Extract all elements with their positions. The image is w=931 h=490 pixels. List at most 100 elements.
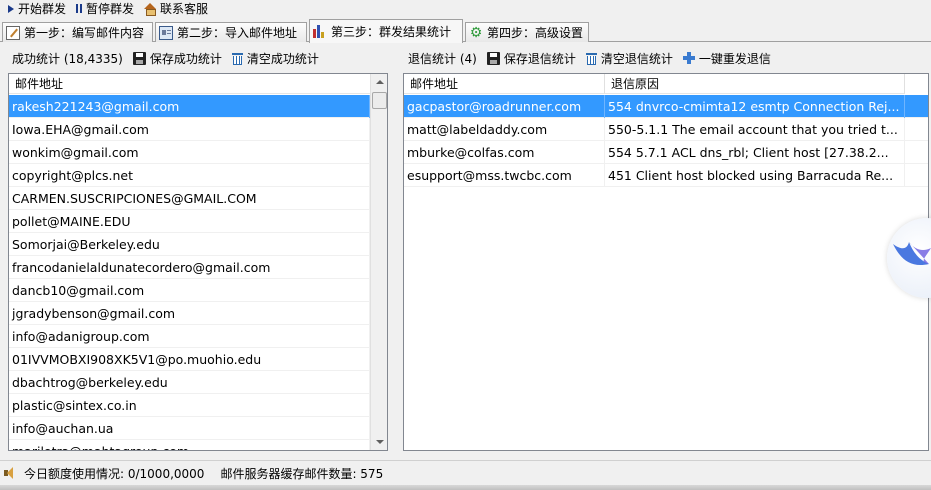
table-row[interactable]: jgradybenson@gmail.com: [9, 301, 370, 325]
success-list-scrollbar[interactable]: [370, 74, 387, 450]
table-row[interactable]: Iowa.EHA@gmail.com: [9, 117, 370, 141]
main-toolbar: 开始群发 暂停群发 联系客服: [0, 0, 931, 17]
bounce-list[interactable]: 邮件地址 退信原因 gacpastor@roadrunner.com 554 d…: [403, 73, 929, 451]
email-cell: matt@labeldaddy.com: [404, 117, 605, 141]
table-row[interactable]: rakesh221243@gmail.com: [9, 94, 370, 118]
edit-icon: [6, 25, 20, 40]
email-cell: jgradybenson@gmail.com: [9, 301, 370, 325]
trash-icon: [585, 52, 597, 65]
save-icon: [132, 51, 146, 65]
window-bottom-edge: [0, 485, 931, 490]
email-cell: esupport@mss.twcbc.com: [404, 163, 605, 187]
column-header-reason[interactable]: 退信原因: [605, 74, 905, 94]
home-icon: [144, 2, 157, 16]
tab-label: 第一步：编写邮件内容: [24, 26, 145, 40]
email-cell: rakesh221243@gmail.com: [9, 94, 370, 118]
clear-bounce-button[interactable]: 清空退信统计: [585, 50, 673, 67]
email-cell: info@auchan.ua: [9, 416, 370, 440]
table-row[interactable]: dbachtrog@berkeley.edu: [9, 370, 370, 394]
step-tabs: 第一步：编写邮件内容 第二步：导入邮件地址 第三步：群发结果统计 ⚙ 第四步：高…: [0, 19, 931, 43]
scroll-down-arrow-icon[interactable]: [376, 440, 384, 444]
table-row[interactable]: matt@labeldaddy.com 550-5.1.1 The email …: [404, 117, 928, 141]
email-cell: gacpastor@roadrunner.com: [404, 94, 605, 118]
table-row[interactable]: esupport@mss.twcbc.com 451 Client host b…: [404, 163, 928, 187]
table-row[interactable]: gacpastor@roadrunner.com 554 dnvrco-cmim…: [404, 94, 928, 118]
save-bounce-button[interactable]: 保存退信统计: [486, 50, 576, 67]
play-icon: [8, 4, 14, 13]
table-row[interactable]: info@auchan.ua: [9, 416, 370, 440]
gear-icon: ⚙: [469, 24, 483, 41]
tab-step4-advanced[interactable]: ⚙ 第四步：高级设置: [465, 22, 589, 42]
table-row[interactable]: marilotra@mahtagroup.com: [9, 439, 370, 450]
tab-step3-results[interactable]: 第三步：群发结果统计: [309, 19, 463, 43]
speaker-icon: [4, 467, 18, 479]
trash-icon: [231, 52, 243, 65]
resend-bounce-button[interactable]: 一键重发退信: [682, 50, 771, 67]
success-email-list[interactable]: 邮件地址 rakesh221243@gmail.com Iowa.EHA@gma…: [8, 73, 388, 451]
resend-bounce-label: 一键重发退信: [698, 51, 771, 66]
contact-support-button[interactable]: 联系客服: [140, 0, 214, 17]
email-cell: dbachtrog@berkeley.edu: [9, 370, 370, 394]
table-row[interactable]: 01IVVMOBXI908XK5V1@po.muohio.edu: [9, 347, 370, 371]
start-send-label: 开始群发: [18, 2, 67, 16]
email-cell: copyright@plcs.net: [9, 163, 370, 187]
status-bar: 今日额度使用情况: 0/1000,0000 邮件服务器缓存邮件数量: 575: [0, 460, 931, 485]
scroll-up-arrow-icon[interactable]: [376, 80, 384, 84]
tab-step1-compose[interactable]: 第一步：编写邮件内容: [2, 22, 153, 42]
quota-status: 今日额度使用情况: 0/1000,0000: [24, 466, 205, 481]
bar-chart-icon: [313, 24, 327, 39]
email-cell: info@adanigroup.com: [9, 324, 370, 348]
save-success-button[interactable]: 保存成功统计: [132, 50, 222, 67]
pause-icon: [76, 4, 83, 13]
table-row[interactable]: mburke@colfas.com 554 5.7.1 ACL dns_rbl;…: [404, 140, 928, 164]
pause-send-button[interactable]: 暂停群发: [72, 0, 140, 17]
panel-splitter[interactable]: [392, 72, 400, 451]
success-panel-header: 成功统计 (18,4335) 保存成功统计 清空成功统计: [12, 46, 329, 70]
clear-success-button[interactable]: 清空成功统计: [231, 50, 319, 67]
clear-success-label: 清空成功统计: [246, 51, 319, 66]
table-row[interactable]: info@adanigroup.com: [9, 324, 370, 348]
reason-cell: 451 Client host blocked using Barracuda …: [605, 163, 905, 187]
save-bounce-label: 保存退信统计: [503, 51, 576, 66]
table-row[interactable]: dancb10@gmail.com: [9, 278, 370, 302]
tab-step2-import[interactable]: 第二步：导入邮件地址: [155, 22, 307, 42]
email-cell: Somorjai@Berkeley.edu: [9, 232, 370, 256]
bounce-rows: gacpastor@roadrunner.com 554 dnvrco-cmim…: [404, 94, 928, 187]
pause-send-label: 暂停群发: [86, 2, 135, 16]
column-header-email[interactable]: 邮件地址: [404, 74, 605, 94]
bird-icon: [893, 242, 931, 266]
email-cell: plastic@sintex.co.in: [9, 393, 370, 417]
tab-label: 第三步：群发结果统计: [331, 25, 452, 39]
email-cell: CARMEN.SUSCRIPCIONES@GMAIL.COM: [9, 186, 370, 210]
tab-label: 第四步：高级设置: [487, 26, 584, 40]
email-cell: Iowa.EHA@gmail.com: [9, 117, 370, 141]
column-header-email[interactable]: 邮件地址: [9, 74, 371, 94]
bounce-panel-header: 退信统计 (4) 保存退信统计 清空退信统计 一键重发退信: [408, 46, 781, 70]
email-cell: marilotra@mahtagroup.com: [9, 439, 370, 450]
email-cell: francodanielaldunatecordero@gmail.com: [9, 255, 370, 279]
success-summary: 成功统计 (18,4335): [12, 51, 123, 66]
reason-cell: 554 dnvrco-cmimta12 esmtp Connection Rej…: [605, 94, 905, 118]
reason-cell: 554 5.7.1 ACL dns_rbl; Client host [27.3…: [605, 140, 905, 164]
start-send-button[interactable]: 开始群发: [0, 0, 72, 17]
table-row[interactable]: pollet@MAINE.EDU: [9, 209, 370, 233]
table-row[interactable]: francodanielaldunatecordero@gmail.com: [9, 255, 370, 279]
table-row[interactable]: CARMEN.SUSCRIPCIONES@GMAIL.COM: [9, 186, 370, 210]
email-cell: mburke@colfas.com: [404, 140, 605, 164]
table-row[interactable]: wonkim@gmail.com: [9, 140, 370, 164]
save-icon: [486, 51, 500, 65]
save-success-label: 保存成功统计: [149, 51, 222, 66]
bounce-summary: 退信统计 (4): [408, 51, 477, 66]
address-card-icon: [159, 25, 173, 40]
table-row[interactable]: copyright@plcs.net: [9, 163, 370, 187]
table-row[interactable]: Somorjai@Berkeley.edu: [9, 232, 370, 256]
email-cell: 01IVVMOBXI908XK5V1@po.muohio.edu: [9, 347, 370, 371]
scroll-thumb[interactable]: [372, 92, 387, 109]
reason-cell: 550-5.1.1 The email account that you tri…: [605, 117, 905, 141]
cache-status: 邮件服务器缓存邮件数量: 575: [220, 466, 384, 481]
tab-label: 第二步：导入邮件地址: [177, 26, 298, 40]
table-row[interactable]: plastic@sintex.co.in: [9, 393, 370, 417]
success-rows: rakesh221243@gmail.com Iowa.EHA@gmail.co…: [9, 94, 370, 450]
contact-support-label: 联系客服: [160, 2, 209, 16]
plus-icon: [682, 52, 695, 64]
